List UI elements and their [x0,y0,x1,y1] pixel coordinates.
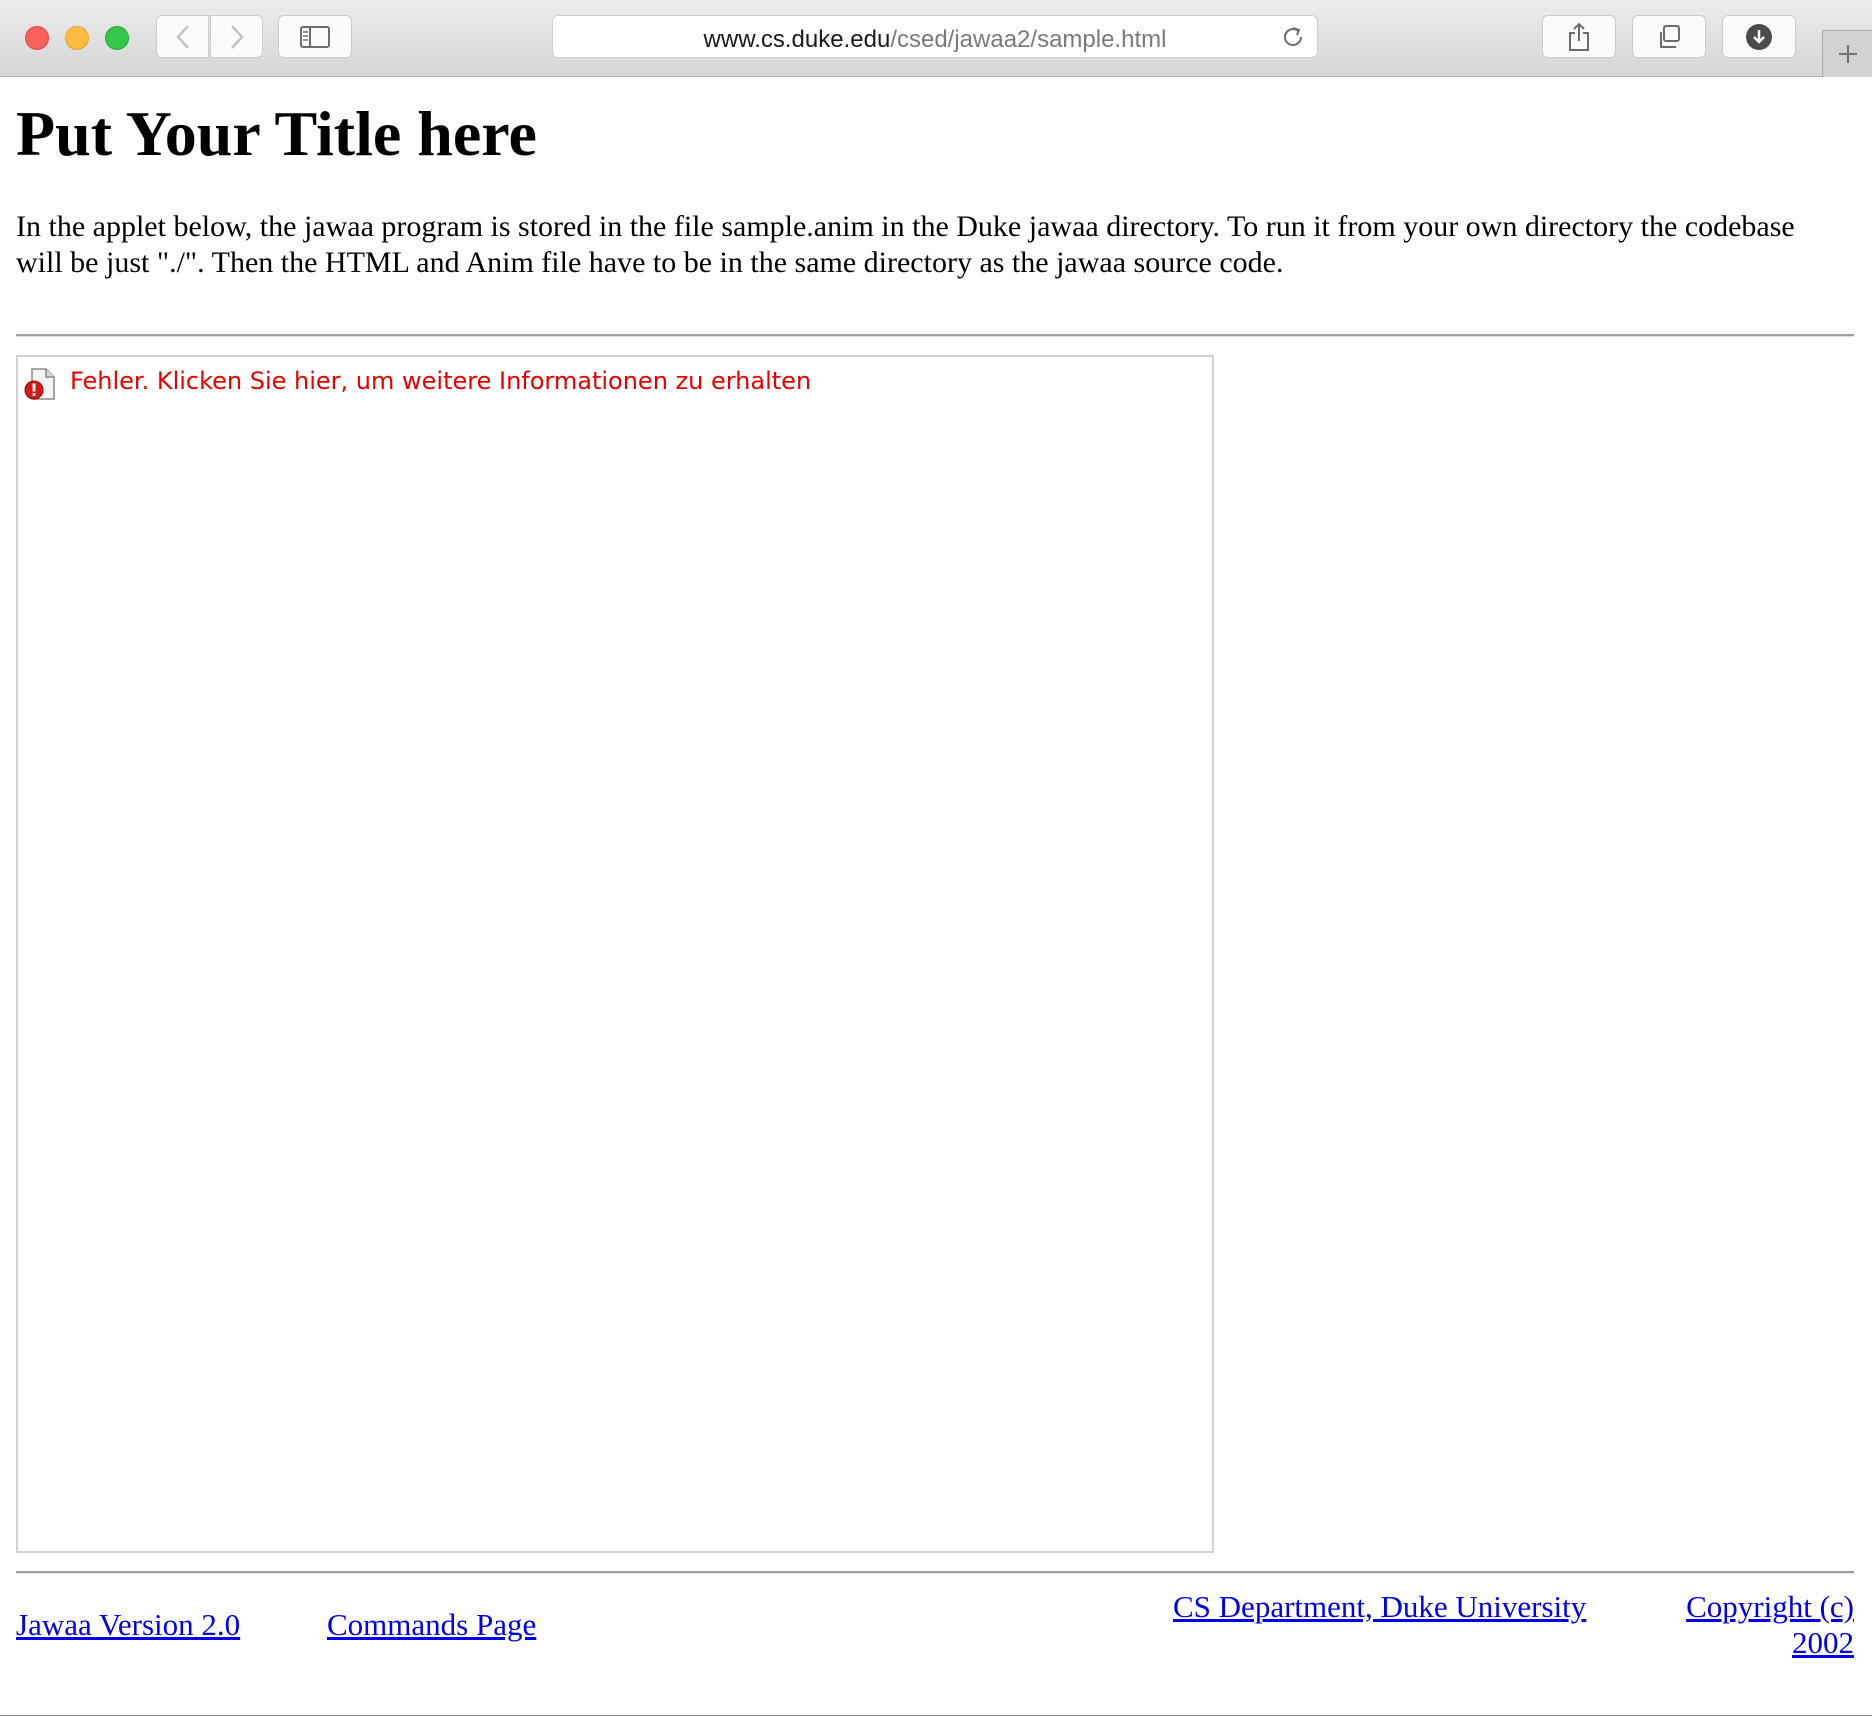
back-button[interactable] [156,15,209,58]
copyright-link[interactable]: Copyright (c) 2002 [1686,1589,1854,1661]
chevron-right-icon [230,24,244,49]
page-content: Put Your Title here In the applet below,… [0,77,1872,1715]
chevron-left-icon [175,24,189,49]
url-path: /csed/jawaa2/sample.html [890,26,1167,53]
tab-overview-button[interactable] [1632,15,1706,58]
page-title: Put Your Title here [16,98,537,169]
browser-window: www.cs.duke.edu/csed/jawaa2/sample.html [0,0,1872,1716]
sidebar-icon [300,25,330,48]
reload-icon [1284,27,1303,46]
applet-error-icon[interactable] [24,367,58,406]
copyright-line-1: Copyright (c) [1686,1589,1854,1624]
url-host: www.cs.duke.edu [703,26,891,53]
downloads-button[interactable] [1722,15,1796,58]
zoom-window-button[interactable] [105,26,129,50]
copyright-line-2: 2002 [1792,1625,1854,1660]
bottom-divider [16,1571,1854,1574]
minimize-window-button[interactable] [65,26,89,50]
applet-error-message[interactable]: Fehler. Klicken Sie hier, um weitere Inf… [70,367,811,395]
reload-button[interactable] [1281,25,1305,54]
error-document-icon [24,368,55,400]
sidebar-toggle-button[interactable] [278,15,352,58]
applet-area[interactable]: Fehler. Klicken Sie hier, um weitere Inf… [16,355,1214,1553]
browser-toolbar: www.cs.duke.edu/csed/jawaa2/sample.html [0,0,1872,77]
top-divider [16,334,1854,337]
commands-page-link[interactable]: Commands Page [327,1607,536,1643]
tabs-overview-icon [1660,24,1680,48]
close-window-button[interactable] [25,26,49,50]
address-bar[interactable]: www.cs.duke.edu/csed/jawaa2/sample.html [552,15,1318,58]
share-icon [1569,22,1589,51]
address-url[interactable]: www.cs.duke.edu/csed/jawaa2/sample.html [553,26,1317,54]
intro-paragraph: In the applet below, the jawaa program i… [16,210,1795,279]
download-icon [1746,23,1772,50]
jawaa-version-link[interactable]: Jawaa Version 2.0 [16,1607,240,1643]
forward-button[interactable] [210,15,263,58]
plus-icon [1838,45,1857,63]
share-button[interactable] [1542,15,1616,58]
cs-department-link[interactable]: CS Department, Duke University [1173,1589,1586,1625]
new-tab-button[interactable] [1822,30,1872,77]
